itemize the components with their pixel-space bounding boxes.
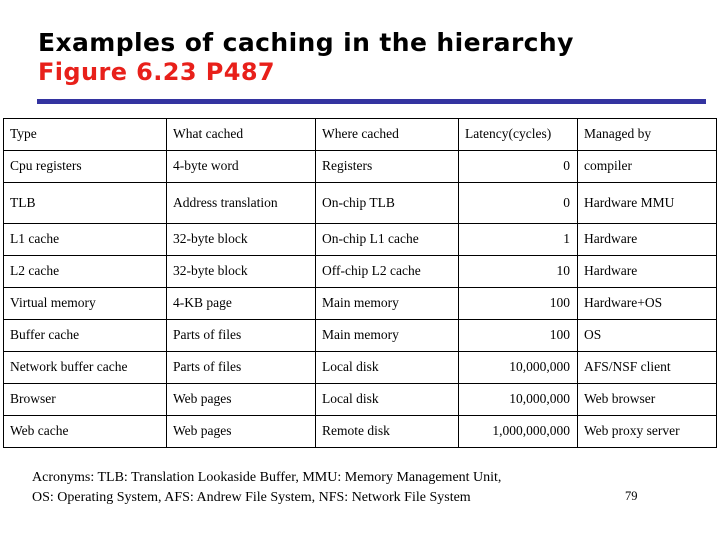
- title-underline-rule: [37, 99, 706, 104]
- column-header-where-cached: Where cached: [315, 118, 459, 151]
- cell-type: TLB: [3, 182, 167, 224]
- cell-what-cached: 4-KB page: [166, 287, 316, 320]
- acronyms-footer: Acronyms: TLB: Translation Lookaside Buf…: [32, 468, 692, 508]
- table-row: Buffer cache Parts of files Main memory …: [3, 319, 717, 352]
- cell-where-cached: Local disk: [315, 351, 459, 384]
- page-title: Examples of caching in the hierarchy: [38, 28, 574, 57]
- cell-managed-by: compiler: [577, 150, 717, 183]
- column-header-managed-by: Managed by: [577, 118, 717, 151]
- cell-managed-by: OS: [577, 319, 717, 352]
- cell-type: Buffer cache: [3, 319, 167, 352]
- cell-where-cached: Remote disk: [315, 415, 459, 448]
- cell-type: Web cache: [3, 415, 167, 448]
- cell-latency: 0: [458, 150, 578, 183]
- title-block: Examples of caching in the hierarchy Fig…: [38, 28, 708, 86]
- cell-what-cached: Web pages: [166, 415, 316, 448]
- slide: Examples of caching in the hierarchy Fig…: [0, 0, 720, 540]
- table-header-row: Type What cached Where cached Latency(cy…: [3, 118, 717, 151]
- cell-what-cached: 32-byte block: [166, 223, 316, 256]
- cell-managed-by: Hardware MMU: [577, 182, 717, 224]
- cell-where-cached: On-chip TLB: [315, 182, 459, 224]
- acronyms-line-2: OS: Operating System, AFS: Andrew File S…: [32, 490, 471, 505]
- table-row: Web cache Web pages Remote disk 1,000,00…: [3, 415, 717, 448]
- cell-type: L1 cache: [3, 223, 167, 256]
- table-row: L2 cache 32-byte block Off-chip L2 cache…: [3, 255, 717, 288]
- page-number: 79: [625, 489, 638, 503]
- cell-latency: 100: [458, 319, 578, 352]
- cell-what-cached: 32-byte block: [166, 255, 316, 288]
- cell-latency: 1,000,000,000: [458, 415, 578, 448]
- cell-where-cached: On-chip L1 cache: [315, 223, 459, 256]
- cell-managed-by: Hardware: [577, 255, 717, 288]
- cell-latency: 0: [458, 182, 578, 224]
- cell-what-cached: Parts of files: [166, 319, 316, 352]
- page-subtitle: Figure 6.23 P487: [38, 58, 276, 86]
- cell-type: L2 cache: [3, 255, 167, 288]
- cell-managed-by: Hardware+OS: [577, 287, 717, 320]
- cell-what-cached: Parts of files: [166, 351, 316, 384]
- cell-managed-by: Hardware: [577, 223, 717, 256]
- cell-where-cached: Main memory: [315, 287, 459, 320]
- cell-type: Network buffer cache: [3, 351, 167, 384]
- column-header-latency: Latency(cycles): [458, 118, 578, 151]
- cell-latency: 100: [458, 287, 578, 320]
- cell-what-cached: Web pages: [166, 383, 316, 416]
- table-row: Cpu registers 4-byte word Registers 0 co…: [3, 150, 717, 183]
- table-row: Browser Web pages Local disk 10,000,000 …: [3, 383, 717, 416]
- cell-where-cached: Registers: [315, 150, 459, 183]
- cell-type: Virtual memory: [3, 287, 167, 320]
- column-header-type: Type: [3, 118, 167, 151]
- table-row: L1 cache 32-byte block On-chip L1 cache …: [3, 223, 717, 256]
- table-row: TLB Address translation On-chip TLB 0 Ha…: [3, 182, 717, 224]
- cell-latency: 10,000,000: [458, 383, 578, 416]
- cell-where-cached: Local disk: [315, 383, 459, 416]
- cell-managed-by: Web proxy server: [577, 415, 717, 448]
- cell-what-cached: 4-byte word: [166, 150, 316, 183]
- cell-what-cached: Address translation: [166, 182, 316, 224]
- cell-managed-by: Web browser: [577, 383, 717, 416]
- acronyms-line-1: Acronyms: TLB: Translation Lookaside Buf…: [32, 470, 502, 485]
- table-row: Virtual memory 4-KB page Main memory 100…: [3, 287, 717, 320]
- cell-where-cached: Main memory: [315, 319, 459, 352]
- caching-hierarchy-table: Type What cached Where cached Latency(cy…: [3, 118, 717, 448]
- column-header-what-cached: What cached: [166, 118, 316, 151]
- cell-where-cached: Off-chip L2 cache: [315, 255, 459, 288]
- cell-managed-by: AFS/NSF client: [577, 351, 717, 384]
- cell-latency: 1: [458, 223, 578, 256]
- cell-latency: 10: [458, 255, 578, 288]
- cell-latency: 10,000,000: [458, 351, 578, 384]
- cell-type: Browser: [3, 383, 167, 416]
- cell-type: Cpu registers: [3, 150, 167, 183]
- table-row: Network buffer cache Parts of files Loca…: [3, 351, 717, 384]
